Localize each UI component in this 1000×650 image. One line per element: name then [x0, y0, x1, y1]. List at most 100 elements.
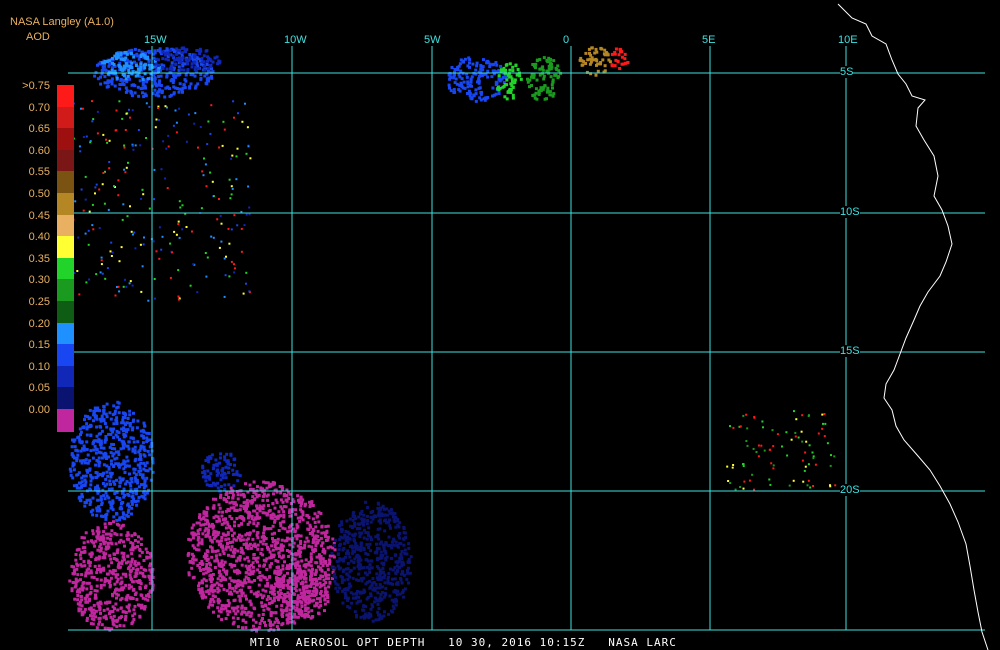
aod-pixel — [143, 482, 147, 486]
aod-pixel — [261, 605, 265, 608]
aod-pixel — [280, 604, 284, 608]
aod-pixel — [117, 401, 121, 405]
aod-pixel — [781, 445, 783, 448]
aod-pixel — [267, 618, 271, 622]
aod-pixel — [339, 574, 343, 578]
aod-pixel — [485, 61, 489, 65]
aod-pixel — [256, 536, 260, 540]
aod-pixel — [127, 440, 131, 444]
aod-pixel — [83, 478, 87, 482]
aod-pixel — [139, 144, 142, 147]
aod-pixel — [91, 532, 95, 536]
aod-pixel — [87, 243, 90, 246]
aod-pixel — [307, 568, 311, 572]
aod-pixel — [348, 570, 352, 574]
aod-pixel — [125, 598, 129, 602]
aod-pixel — [84, 232, 87, 235]
aod-pixel — [148, 105, 151, 108]
aod-pixel — [384, 558, 388, 562]
aod-pixel — [190, 526, 194, 530]
aod-pixel — [115, 406, 119, 410]
aod-pixel — [139, 444, 143, 448]
aod-pixel — [157, 107, 159, 109]
aod-pixel — [120, 562, 124, 566]
aod-pixel — [808, 444, 811, 447]
aod-pixel — [109, 459, 113, 463]
aod-pixel — [229, 452, 233, 456]
aod-pixel — [481, 65, 485, 69]
longitude-label: 5W — [424, 34, 441, 46]
aod-pixel — [264, 542, 268, 546]
aod-pixel — [590, 46, 594, 50]
aod-pixel — [823, 413, 826, 415]
aod-pixel — [829, 484, 831, 487]
aod-pixel — [93, 589, 97, 593]
aod-pixel — [270, 532, 274, 536]
aod-pixel — [125, 285, 128, 288]
aod-pixel — [499, 64, 503, 68]
aod-pixel — [281, 575, 285, 579]
aod-pixel — [304, 580, 308, 584]
aod-pixel — [117, 411, 121, 415]
aod-pixel — [80, 536, 84, 540]
aod-pixel — [271, 623, 275, 627]
aod-pixel — [129, 205, 131, 208]
aod-pixel — [244, 594, 248, 598]
aod-pixel — [131, 614, 135, 618]
aod-pixel — [288, 543, 292, 547]
aod-pixel — [497, 74, 501, 78]
aod-pixel — [286, 564, 289, 568]
aod-pixel — [233, 457, 237, 461]
aod-pixel — [366, 553, 370, 556]
aod-pixel — [812, 457, 815, 460]
aod-pixel — [380, 591, 384, 594]
aod-pixel — [99, 75, 102, 79]
aod-pixel — [360, 509, 364, 513]
aod-pixel — [284, 498, 288, 502]
aod-pixel — [772, 445, 775, 448]
aod-pixel — [301, 595, 305, 599]
aod-pixel — [190, 65, 194, 69]
aod-pixel — [79, 563, 83, 567]
aod-pixel — [138, 473, 142, 476]
aod-pixel — [97, 564, 101, 568]
aod-pixel — [462, 80, 466, 84]
aod-pixel — [459, 69, 463, 73]
aod-pixel — [288, 511, 291, 514]
aod-pixel — [166, 48, 170, 52]
aod-pixel — [268, 623, 272, 627]
aod-pixel — [466, 85, 470, 89]
aod-pixel — [130, 83, 134, 87]
aod-pixel — [326, 600, 330, 604]
aod-pixel — [834, 484, 837, 487]
aod-pixel — [153, 168, 156, 171]
aod-pixel — [133, 451, 137, 455]
aod-pixel — [345, 567, 348, 571]
aod-pixel — [391, 577, 394, 581]
aod-pixel — [193, 53, 197, 57]
aod-pixel — [388, 518, 391, 522]
aod-pixel — [245, 282, 247, 285]
aod-pixel — [388, 524, 392, 528]
aod-pixel — [191, 561, 195, 565]
aod-pixel — [450, 66, 454, 69]
aod-pixel — [210, 540, 214, 544]
legend-label: 0.50 — [28, 188, 50, 200]
aod-pixel — [82, 426, 86, 430]
aod-pixel — [117, 179, 120, 182]
aod-pixel — [137, 48, 141, 52]
aod-pixel — [175, 233, 178, 236]
aod-pixel — [81, 612, 85, 616]
aod-pixel — [348, 517, 352, 521]
aod-pixel — [196, 291, 199, 294]
aod-pixel — [249, 157, 252, 160]
aod-pixel — [383, 591, 387, 595]
aod-pixel — [171, 54, 175, 58]
aod-pixel — [175, 52, 179, 56]
aod-pixel — [121, 418, 125, 422]
aod-pixel — [793, 410, 795, 413]
aod-pixel — [115, 512, 119, 515]
aod-pixel — [541, 68, 545, 72]
aod-pixel — [83, 483, 87, 487]
aod-pixel — [205, 275, 208, 278]
